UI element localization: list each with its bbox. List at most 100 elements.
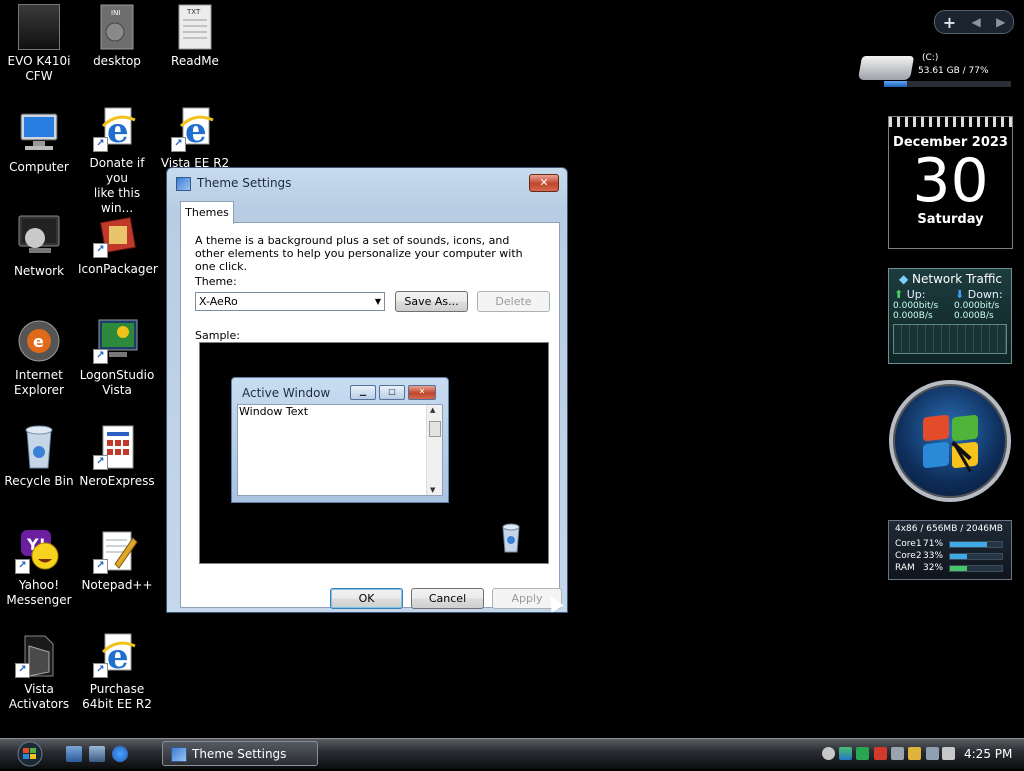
- close-button[interactable]: ✕: [529, 174, 559, 192]
- text-file-icon: TXT: [171, 4, 219, 50]
- add-gadget-button[interactable]: +: [943, 13, 956, 32]
- themes-panel: A theme is a background plus a set of so…: [180, 222, 560, 608]
- logonstudio-icon: ↗: [93, 318, 141, 364]
- network-traffic-gadget[interactable]: ◆ Network Traffic ⬆ Up: ⬇ Down: 0.000bit…: [888, 268, 1012, 364]
- cancel-button[interactable]: Cancel: [411, 588, 484, 609]
- theme-select-value: X-AeRo: [199, 295, 238, 308]
- connection-tray-icon[interactable]: [926, 747, 939, 760]
- desktop-icon-vista-ee-r2[interactable]: e ↗ Vista EE R2: [156, 106, 234, 171]
- desktop-icon-desktop-ini[interactable]: INI desktop: [78, 4, 156, 69]
- down-bytes: 0.000B/s: [954, 311, 994, 321]
- ini-file-icon: INI: [93, 4, 141, 50]
- cpu-meter-gadget[interactable]: 4x86 / 656MB / 2046MB Core1 71% Core2 33…: [888, 520, 1012, 580]
- update-tray-icon[interactable]: [891, 747, 904, 760]
- delete-button[interactable]: Delete: [477, 291, 550, 312]
- drive-meter-gadget[interactable]: (C:) 53.61 GB / 77%: [857, 50, 1012, 90]
- desktop-icon-computer[interactable]: Computer: [0, 110, 78, 175]
- desktop-icon-yahoo-messenger[interactable]: Y! ↗ Yahoo! Messenger: [0, 528, 78, 608]
- drive-usage-fill: [884, 81, 907, 87]
- cpu-row: RAM 32%: [895, 562, 1011, 574]
- scroll-up-icon: ▲: [430, 406, 436, 414]
- sample-label: Sample:: [195, 329, 240, 342]
- up-bytes: 0.000B/s: [893, 311, 933, 321]
- wand-tray-icon[interactable]: [908, 747, 921, 760]
- recycle-bin-icon: [15, 424, 63, 470]
- up-bits: 0.000bit/s: [893, 301, 939, 311]
- chevron-down-icon: ▼: [374, 297, 381, 306]
- theme-select[interactable]: X-AeRo ▼: [195, 292, 385, 311]
- clock-gadget[interactable]: [889, 380, 1011, 502]
- taskbar-item-theme-settings[interactable]: Theme Settings: [162, 741, 318, 766]
- internet-explorer-icon: e ↗: [93, 632, 141, 678]
- dialog-body: Themes A theme is a background plus a se…: [177, 198, 561, 608]
- start-button[interactable]: [10, 740, 50, 768]
- desktop-icon-notepadpp[interactable]: ↗ Notepad++: [78, 528, 156, 593]
- shortcut-arrow-icon: ↗: [93, 455, 108, 470]
- desktop-icon-neroexpress[interactable]: ↗ NeroExpress: [78, 424, 156, 489]
- network-icon: [15, 214, 63, 260]
- shortcut-arrow-icon: ↗: [93, 559, 108, 574]
- desktop-icon-purchase[interactable]: e ↗ Purchase 64bit EE R2: [78, 632, 156, 712]
- desktop-icon-evo[interactable]: EVO K410i CFW: [0, 4, 78, 84]
- next-page-icon[interactable]: ▶: [996, 15, 1005, 29]
- folder-icon: ↗: [15, 632, 63, 678]
- internet-explorer-icon[interactable]: [112, 746, 128, 762]
- desktop-icon-logonstudio[interactable]: ↗ LogonStudio Vista: [78, 318, 156, 398]
- calendar-gadget[interactable]: December 2023 30 Saturday: [888, 116, 1013, 249]
- volume-mute-icon[interactable]: [942, 747, 955, 760]
- desktop-icon-iconpackager[interactable]: ↗ IconPackager: [78, 212, 158, 277]
- up-label: Up:: [906, 288, 926, 301]
- security-tray-icon[interactable]: [856, 747, 869, 760]
- desktop-icon-recycle-bin[interactable]: Recycle Bin: [0, 424, 78, 489]
- shield-tray-icon[interactable]: [874, 747, 887, 760]
- traffic-graph: [893, 324, 1007, 354]
- shortcut-arrow-icon: ↗: [171, 137, 186, 152]
- display-icon: [171, 747, 187, 762]
- ok-button[interactable]: OK: [330, 588, 403, 609]
- network-icon: ◆: [899, 272, 913, 286]
- sidebar-toolbar: + ◀ ▶: [934, 10, 1014, 34]
- system-tray: 4:25 PM: [816, 739, 1024, 769]
- cpu-header: 4x86 / 656MB / 2046MB: [895, 524, 1003, 534]
- calendar-weekday: Saturday: [917, 212, 984, 227]
- switch-windows-icon[interactable]: [89, 746, 105, 762]
- drive-name: (C:): [922, 53, 939, 63]
- scroll-thumb: [429, 421, 441, 437]
- recycle-bin-icon: [500, 523, 522, 553]
- desktop-icon-internet-explorer[interactable]: e Internet Explorer: [0, 318, 78, 398]
- cpu-row: Core1 71%: [895, 538, 1011, 550]
- svg-text:e: e: [33, 332, 44, 351]
- network-tray-icon[interactable]: [839, 747, 852, 760]
- tab-themes[interactable]: Themes: [180, 201, 234, 224]
- maximize-icon: □: [379, 385, 405, 400]
- shortcut-arrow-icon: ↗: [93, 663, 108, 678]
- show-desktop-icon[interactable]: [66, 746, 82, 762]
- save-as-button[interactable]: Save As...: [395, 291, 468, 312]
- desktop-icon-donate[interactable]: e ↗ Donate if you like this win...: [78, 106, 156, 216]
- scroll-down-icon: ▼: [430, 486, 436, 494]
- messenger-tray-icon[interactable]: [822, 747, 835, 760]
- dialog-title: Theme Settings: [197, 176, 292, 190]
- iconpackager-icon: ↗: [93, 212, 141, 258]
- dialog-titlebar[interactable]: Theme Settings ✕: [167, 168, 567, 196]
- internet-explorer-icon: e ↗: [171, 106, 219, 152]
- previous-page-icon[interactable]: ◀: [971, 15, 980, 29]
- up-arrow-icon: ⬆: [894, 288, 907, 301]
- theme-label: Theme:: [195, 275, 237, 288]
- preview-scrollbar: ▲ ▼: [426, 405, 442, 495]
- calendar-rings: [889, 117, 1012, 127]
- desktop-icon-vista-activators[interactable]: ↗ Vista Activators: [0, 632, 78, 712]
- notepad-icon: ↗: [93, 528, 141, 574]
- drive-usage: 53.61 GB / 77%: [918, 66, 989, 76]
- svg-text:INI: INI: [111, 9, 120, 17]
- preview-window-text: Window Text: [239, 405, 309, 418]
- taskbar-clock[interactable]: 4:25 PM: [964, 747, 1012, 761]
- shortcut-arrow-icon: ↗: [15, 559, 30, 574]
- desktop-icon-network[interactable]: Network: [0, 214, 78, 279]
- desktop-icon-readme[interactable]: TXT ReadMe: [156, 4, 234, 69]
- taskbar: Theme Settings 4:25 PM: [0, 738, 1024, 769]
- shortcut-arrow-icon: ↗: [93, 349, 108, 364]
- drive-usage-bar: [884, 81, 1011, 87]
- shortcut-arrow-icon: ↗: [93, 243, 108, 258]
- down-bits: 0.000bit/s: [954, 301, 1000, 311]
